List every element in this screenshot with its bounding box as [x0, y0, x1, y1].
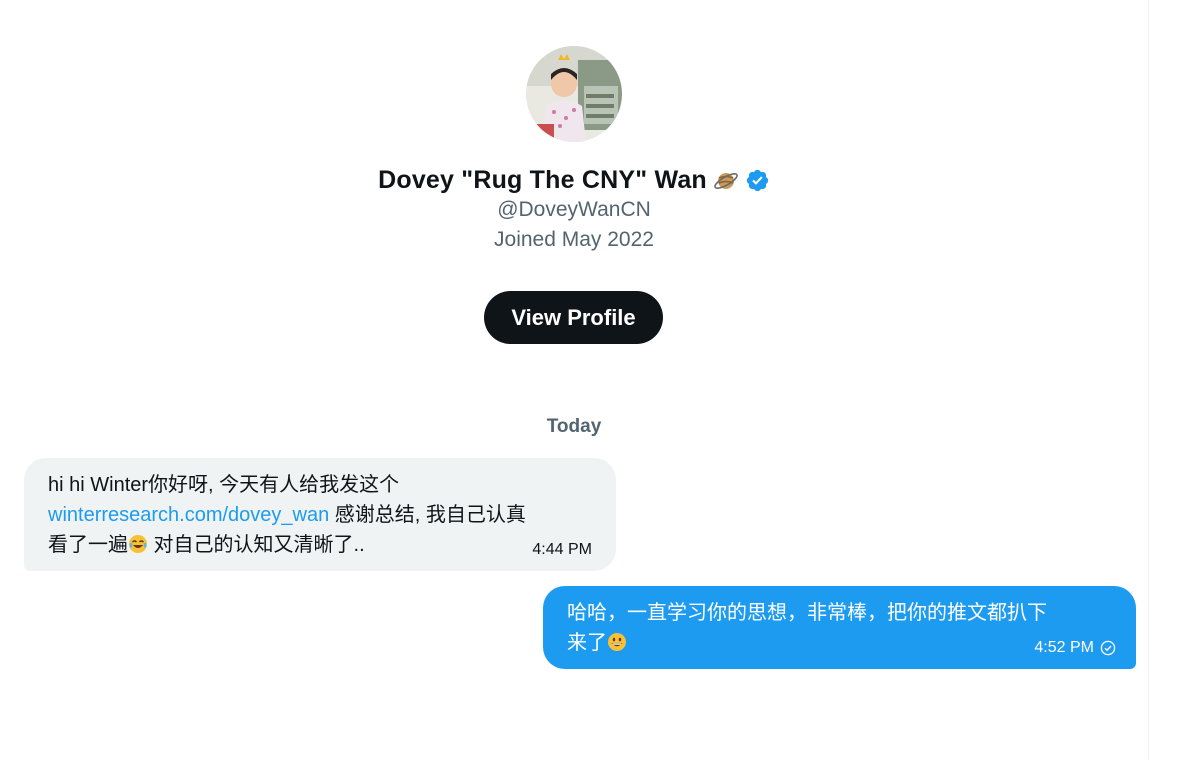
message-text-line: 哈哈，一直学习你的思想，非常棒，把你的推文都扒下: [567, 598, 1118, 628]
message-text-line: hi hi Winter你好呀, 今天有人给我发这个: [48, 470, 596, 500]
date-separator: Today: [546, 416, 602, 437]
tears-of-joy-emoji-icon: [128, 533, 148, 553]
message-text: 感谢总结, 我自己认真: [329, 504, 526, 526]
profile-joined-date: Joined May 2022: [494, 228, 654, 251]
verified-badge-icon: [745, 168, 770, 193]
dm-conversation-page: Dovey "Rug The CNY" Wan @DoveyWanCN Join…: [0, 0, 1200, 760]
panel-divider: [1148, 0, 1149, 760]
message-timestamp: 4:52 PM: [1034, 639, 1094, 656]
message-text: 来了: [567, 632, 607, 654]
view-profile-button[interactable]: View Profile: [484, 291, 663, 344]
message-text-line: winterresearch.com/dovey_wan 感谢总结, 我自己认真: [48, 500, 596, 530]
profile-avatar[interactable]: [526, 46, 622, 142]
profile-name-row: Dovey "Rug The CNY" Wan: [0, 166, 1148, 195]
profile-display-name[interactable]: Dovey "Rug The CNY" Wan: [378, 166, 707, 195]
message-bubble-outgoing[interactable]: 哈哈，一直学习你的思想，非常棒，把你的推文都扒下 来了 4:52 PM: [543, 586, 1136, 669]
message-text-line: 看了一遍 对自己的认知又清晰了..: [48, 530, 596, 560]
grinning-face-emoji-icon: [607, 631, 627, 651]
message-text: 看了一遍: [48, 534, 128, 556]
message-text: 哈哈，一直学习你的思想，非常棒，把你的推文都扒下: [567, 602, 1047, 624]
message-text: 对自己的认知又清晰了..: [148, 534, 365, 556]
sent-check-icon: [1100, 640, 1116, 656]
profile-handle: @DoveyWanCN: [497, 198, 651, 221]
message-timestamp: 4:44 PM: [532, 541, 592, 558]
ringed-planet-icon: [713, 168, 739, 194]
message-text: hi hi Winter你好呀, 今天有人给我发这个: [48, 474, 400, 496]
message-bubble-incoming[interactable]: hi hi Winter你好呀, 今天有人给我发这个 winterresearc…: [24, 458, 616, 571]
message-link[interactable]: winterresearch.com/dovey_wan: [48, 504, 329, 526]
message-status-row: 4:52 PM: [1034, 639, 1116, 657]
